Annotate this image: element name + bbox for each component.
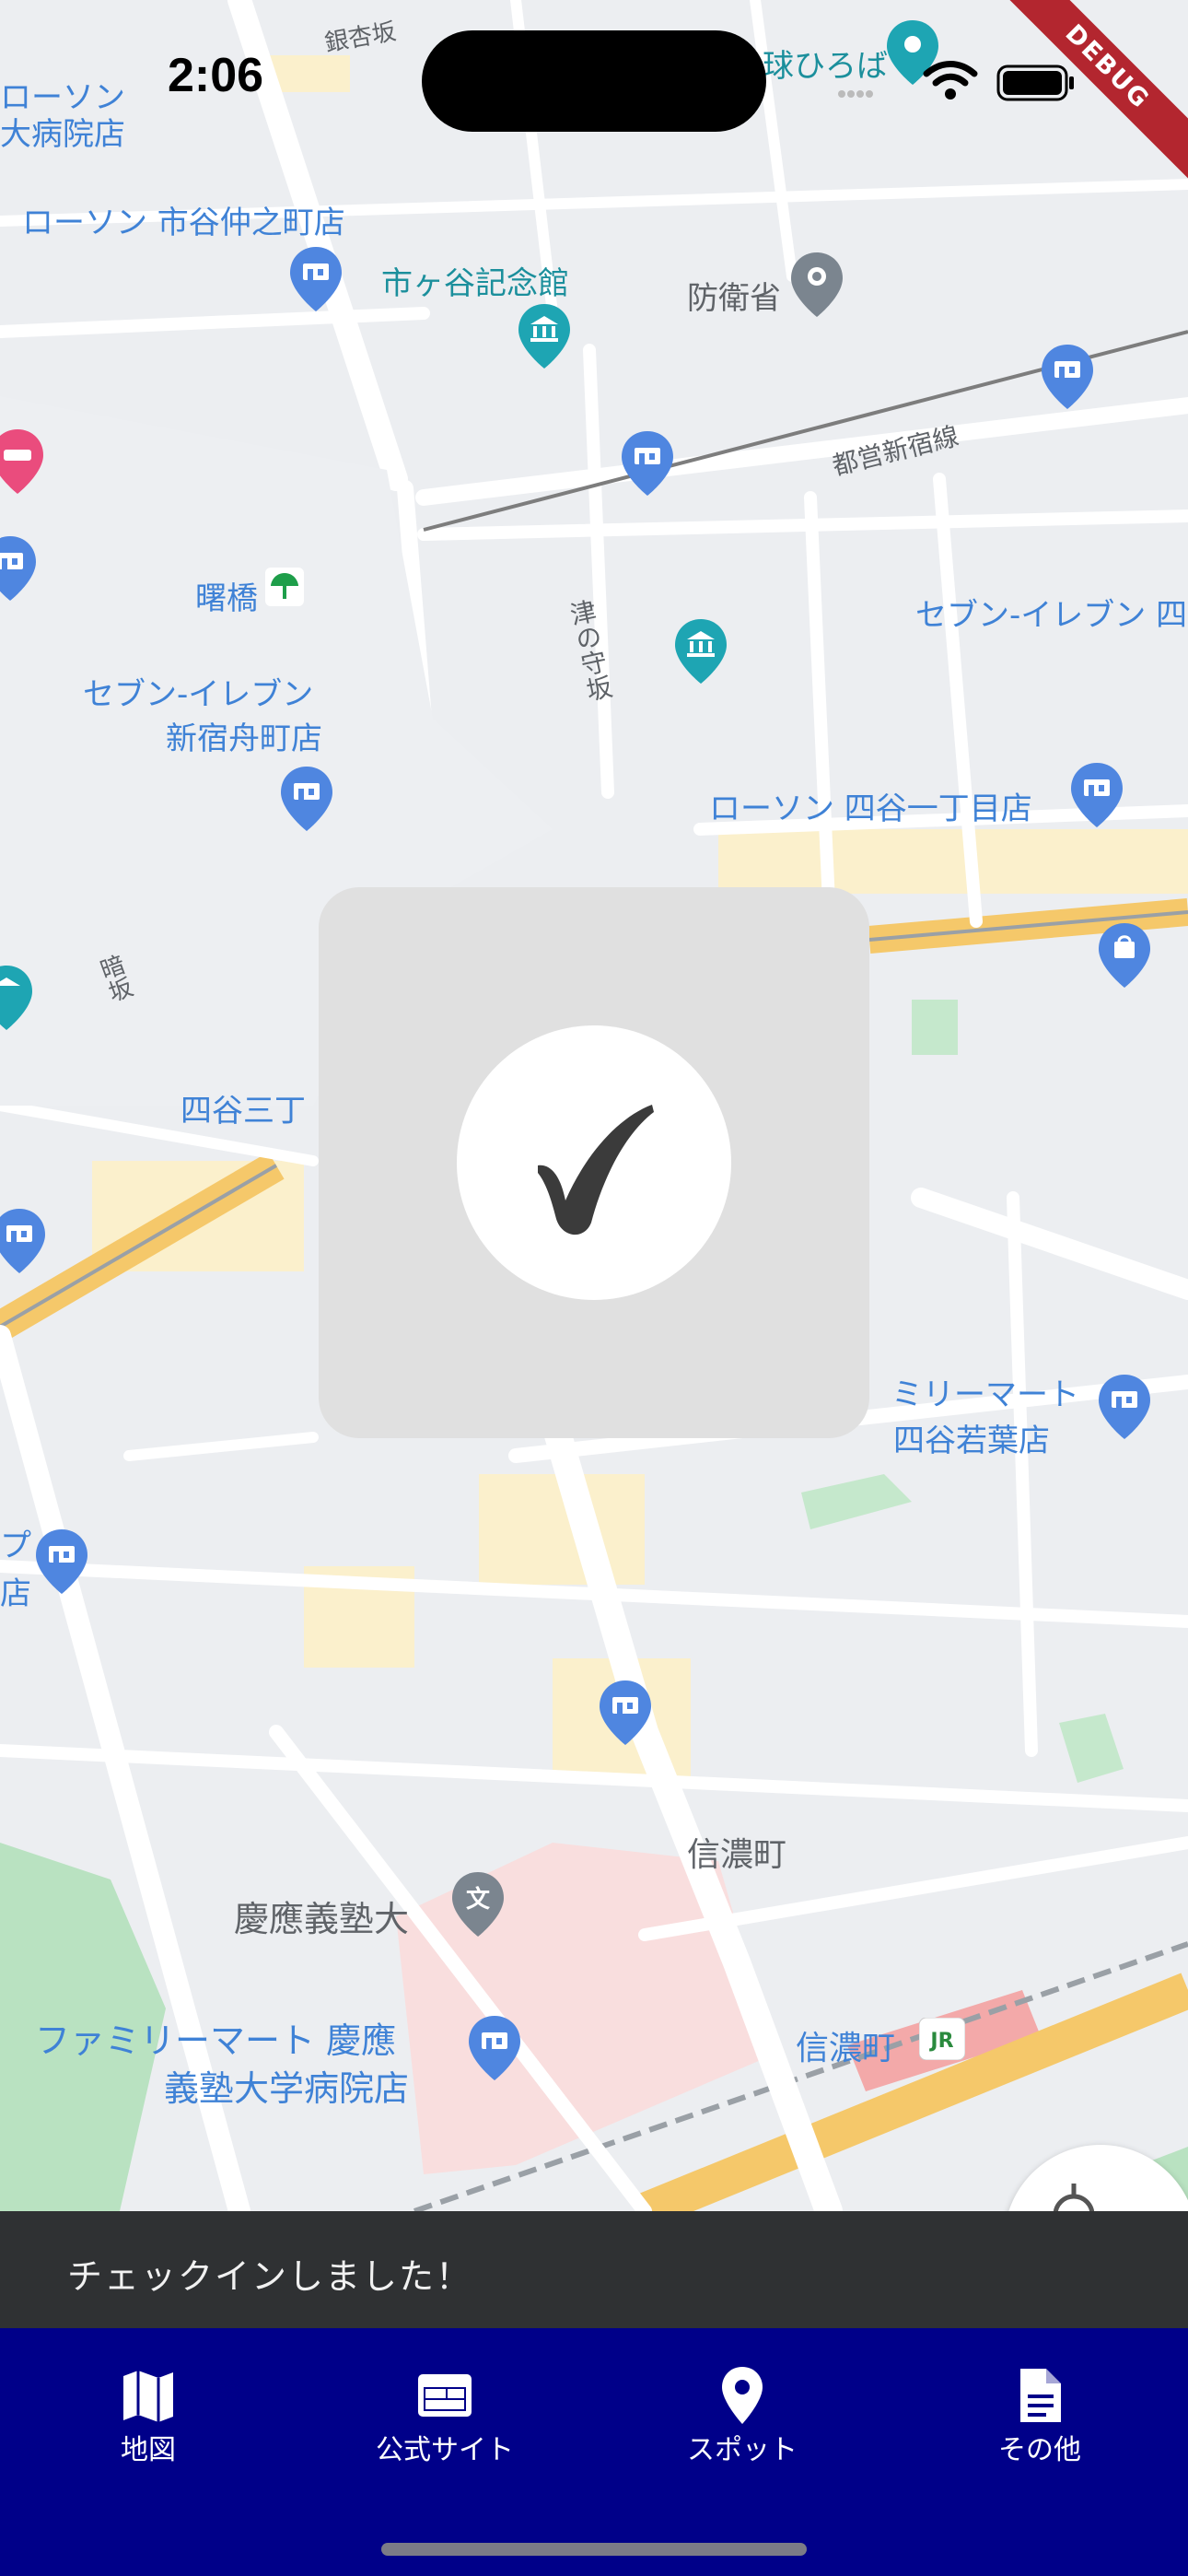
poi-label: 義塾大学病院店 (164, 2068, 410, 2109)
shop-marker-icon[interactable] (466, 2014, 523, 2082)
museum-marker-icon[interactable] (516, 302, 573, 370)
poi-label: プ (0, 1528, 31, 1564)
status-bar-time: 2:06 (168, 49, 264, 102)
poi-label: ファミリーマート 慶應 (35, 2020, 397, 2061)
area-label: 信濃町 (687, 1836, 787, 1874)
shop-marker-icon[interactable] (33, 1528, 90, 1596)
shop-marker-icon[interactable] (0, 534, 39, 603)
signal-icon (838, 90, 873, 98)
checkin-success-overlay (319, 887, 869, 1438)
poi-label: 四谷三丁 (181, 1093, 306, 1130)
shop-marker-icon[interactable] (1039, 343, 1096, 411)
poi-label: 防衛省 (687, 280, 781, 317)
nav-item-map[interactable]: 地図 (0, 2328, 297, 2485)
museum-marker-icon[interactable] (672, 617, 729, 685)
nav-label-other: その他 (998, 2434, 1081, 2466)
shop-marker-icon[interactable] (0, 1207, 48, 1275)
park-tree-icon (265, 568, 304, 606)
bottom-navigation-bar: 地図 公式サイト スポット その他 (0, 2328, 1188, 2576)
station-label: 信濃町 (796, 2030, 896, 2067)
poi-label: ミリーマート (891, 1376, 1079, 1413)
poi-label: 店 (0, 1575, 31, 1612)
nav-item-official-site[interactable]: 公式サイト (297, 2328, 593, 2485)
shop-marker-icon[interactable] (278, 765, 335, 833)
svg-text:文: 文 (466, 1885, 491, 1914)
nav-label-official-site: 公式サイト (376, 2434, 514, 2466)
document-icon (1020, 2369, 1061, 2422)
poi-label: 四谷若葉店 (893, 1423, 1050, 1459)
snackbar-message: チェックインしました！ (67, 2256, 473, 2297)
snackbar: チェックインしました！ (0, 2211, 1188, 2328)
poi-label: ローソン 四谷一丁目店 (709, 790, 1032, 827)
school-marker-icon[interactable]: 文 (449, 1870, 507, 1938)
nav-label-spot: スポット (687, 2434, 798, 2466)
shopping-marker-icon[interactable] (1096, 921, 1153, 989)
wifi-icon (923, 61, 978, 100)
checkmark-icon (538, 1105, 654, 1235)
poi-label: 球ひろば (763, 48, 888, 85)
checkmark-circle (457, 1025, 731, 1300)
shop-marker-icon[interactable] (287, 245, 344, 313)
poi-label: 大病院店 (0, 116, 125, 153)
poi-label: セブン-イレブン 四 (915, 597, 1188, 634)
home-indicator[interactable] (381, 2543, 807, 2556)
nav-item-other[interactable]: その他 (891, 2328, 1188, 2485)
poi-label: 市ヶ谷記念館 (381, 265, 569, 302)
poi-label: セブン-イレブン (83, 676, 314, 713)
shop-marker-icon[interactable] (597, 1679, 654, 1747)
web-icon (418, 2374, 472, 2417)
svg-text:JR: JR (928, 2030, 953, 2053)
map-icon (123, 2371, 173, 2422)
location-pin-icon (722, 2367, 763, 2424)
poi-label: 新宿舟町店 (166, 720, 322, 757)
shop-marker-icon[interactable] (1068, 761, 1125, 829)
shop-marker-icon[interactable] (619, 429, 676, 498)
poi-label: 曙橋 (195, 580, 258, 617)
poi-label: ローソン 市谷仲之町店 (22, 205, 345, 241)
jr-station-icon: JR (919, 2018, 965, 2060)
government-marker-icon[interactable] (788, 251, 845, 319)
poi-label: 慶應義塾大 (234, 1899, 410, 1939)
hotel-marker-icon[interactable] (0, 427, 46, 496)
dynamic-island (422, 30, 766, 132)
museum-marker-icon[interactable] (0, 964, 35, 1032)
nav-item-spot[interactable]: スポット (594, 2328, 891, 2485)
battery-icon (996, 64, 1074, 101)
shop-marker-icon[interactable] (1096, 1373, 1153, 1441)
nav-label-map: 地図 (121, 2434, 176, 2466)
